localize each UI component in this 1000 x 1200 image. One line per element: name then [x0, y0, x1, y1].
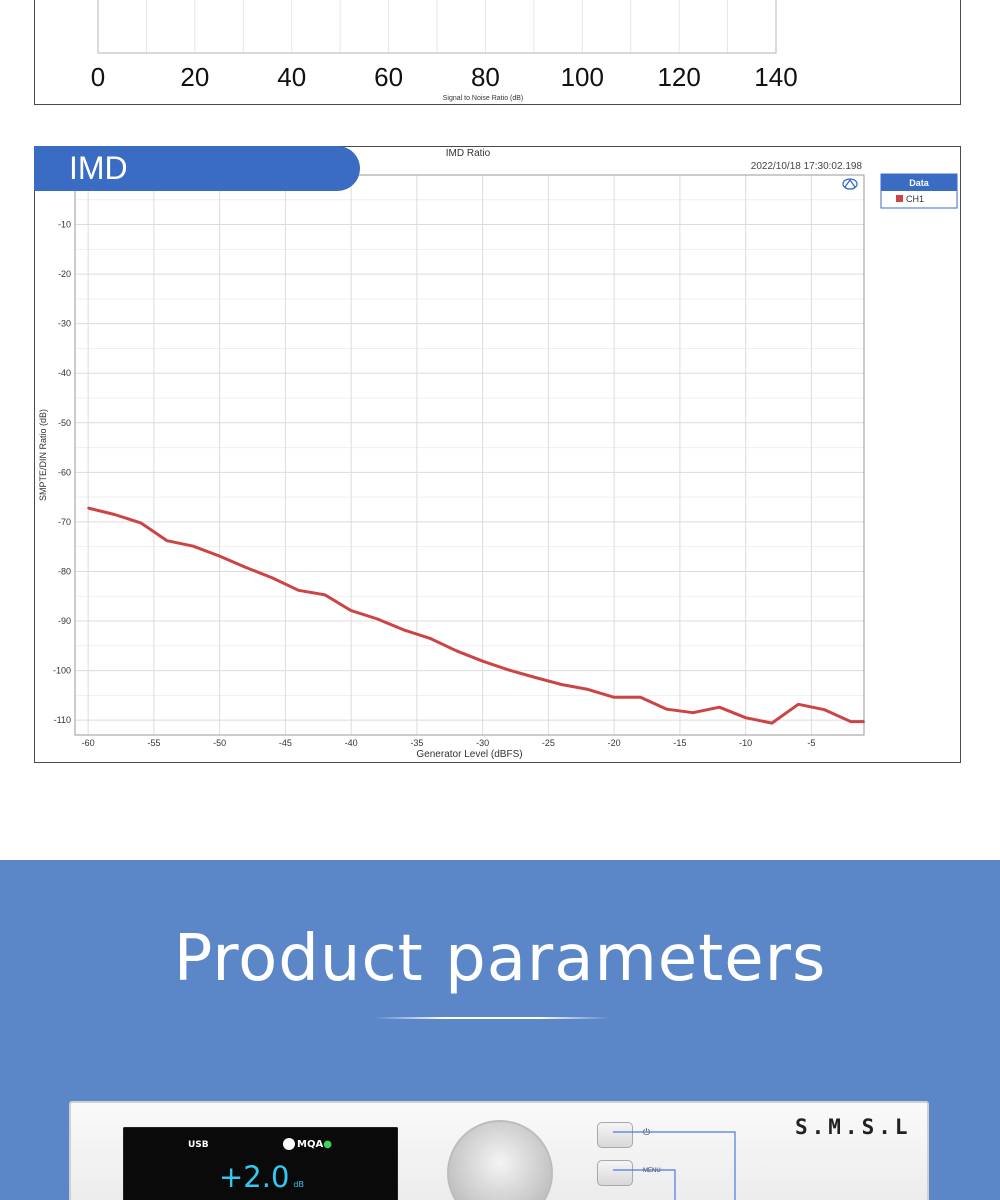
- imd-data-point: [350, 609, 353, 612]
- imd-chart-title: IMD Ratio: [446, 148, 491, 159]
- imd-data-point: [507, 669, 510, 672]
- imd-y-tick-label: -50: [58, 418, 71, 428]
- imd-y-tick-label: -100: [53, 666, 71, 676]
- imd-x-tick-label: -50: [213, 738, 226, 748]
- snr-x-tick-label: 100: [561, 62, 604, 92]
- imd-y-tick-label: -60: [58, 467, 71, 477]
- imd-data-point: [376, 618, 379, 621]
- imd-chart: -10 -20 -30 -40 -50 -60 -70 -80 -90 -100 -110 -60 -5…: [38, 148, 958, 760]
- brand-logo: S.M.S.L: [795, 1115, 912, 1139]
- imd-series-line-ch1: [87, 506, 864, 725]
- imd-x-tick-label: -40: [345, 738, 358, 748]
- snr-x-tick-label: 0: [91, 62, 105, 92]
- imd-data-point: [244, 566, 247, 569]
- legend-swatch: [896, 195, 903, 202]
- display-screen: USB MQA● +2.0 dB: [123, 1127, 398, 1200]
- imd-x-tick-label: -5: [807, 738, 815, 748]
- imd-data-point: [429, 637, 432, 640]
- imd-timestamp: 2022/10/18 17:30:02.198: [751, 161, 863, 172]
- imd-data-point: [639, 696, 642, 699]
- imd-y-tick-label: -20: [58, 269, 71, 279]
- imd-data-point: [613, 696, 616, 699]
- imd-data-point: [797, 703, 800, 706]
- imd-data-point: [718, 706, 721, 709]
- legend-title: Data: [909, 178, 930, 188]
- snr-x-tick-label: 120: [657, 62, 700, 92]
- imd-x-tick-label: -35: [410, 738, 423, 748]
- snr-chart: 0 20 40 60 80 100 120 140 Signal to Noise Ratio …: [91, 0, 798, 102]
- imd-data-point: [139, 521, 142, 524]
- imd-data-point: [271, 576, 274, 579]
- imd-data-point: [192, 545, 195, 548]
- snr-x-tick-label: 40: [277, 62, 306, 92]
- imd-data-point: [823, 708, 826, 711]
- volume-unit: dB: [293, 1180, 304, 1189]
- mqa-dot-icon: ●: [323, 1139, 332, 1150]
- title-divider: [374, 1017, 610, 1019]
- imd-data-point: [87, 507, 90, 510]
- snr-chart-frame: 0 20 40 60 80 100 120 140 Signal to Noise Ratio …: [34, 0, 961, 105]
- imd-x-tick-label: -20: [608, 738, 621, 748]
- imd-y-tick-label: -110: [54, 715, 71, 725]
- snr-x-tick-label: 60: [374, 62, 403, 92]
- volume-value: +2.0: [219, 1160, 290, 1194]
- imd-data-point: [323, 593, 326, 596]
- imd-data-point: [770, 722, 773, 725]
- volume-readout: +2.0 dB: [219, 1160, 304, 1194]
- callout-lines: [613, 1131, 736, 1200]
- imd-x-tick-label: -30: [476, 738, 489, 748]
- imd-chart-frame: -10 -20 -30 -40 -50 -60 -70 -80 -90 -100 -110 -60 -5…: [34, 146, 961, 763]
- imd-data-point: [560, 683, 563, 686]
- imd-x-tick-label: -45: [279, 738, 292, 748]
- imd-x-tick-label: -60: [82, 738, 95, 748]
- imd-y-tick-label: -80: [58, 566, 71, 576]
- imd-data-point: [481, 660, 484, 663]
- imd-y-tick-label: -30: [58, 319, 71, 329]
- imd-data-point: [849, 720, 852, 723]
- mqa-badge: MQA●: [283, 1138, 332, 1150]
- imd-x-tick-label: -55: [147, 738, 160, 748]
- section-title: Product parameters: [173, 922, 827, 996]
- imd-data-point: [586, 688, 589, 691]
- imd-data-point: [863, 720, 865, 723]
- imd-section-label: IMD: [34, 146, 360, 191]
- imd-data-point: [113, 513, 116, 516]
- imd-data-point: [402, 628, 405, 631]
- volume-knob: [447, 1120, 553, 1200]
- snr-x-axis-title: Signal to Noise Ratio (dB): [443, 95, 524, 102]
- dac-front-panel-image: USB MQA● +2.0 dB ⏻ MENU S.M.S.L: [69, 1101, 929, 1200]
- imd-y-tick-label: -40: [58, 368, 71, 378]
- imd-y-tick-label: -90: [58, 616, 71, 626]
- legend-entry-label: CH1: [906, 194, 924, 204]
- imd-y-tick-label: -10: [58, 220, 71, 230]
- imd-data-point: [218, 555, 221, 558]
- imd-data-point: [297, 589, 300, 592]
- snr-x-tick-label: 20: [180, 62, 209, 92]
- imd-data-point: [534, 676, 537, 679]
- imd-y-axis-title: SMPTE/DIN Ratio (dB): [38, 409, 48, 501]
- mqa-label: MQA: [297, 1139, 324, 1150]
- imd-x-tick-label: -15: [673, 738, 686, 748]
- mqa-icon: [283, 1138, 295, 1150]
- imd-data-point: [455, 649, 458, 652]
- imd-y-tick-label: -70: [58, 517, 71, 527]
- product-parameters-section: Product parameters USB MQA● +2.0 dB ⏻ MEN…: [0, 860, 1000, 1200]
- ap-logo-mark: [844, 178, 856, 188]
- imd-data-point: [665, 708, 668, 711]
- imd-data-point: [744, 716, 747, 719]
- input-label: USB: [188, 1140, 209, 1150]
- imd-data-point: [692, 711, 695, 714]
- imd-data-point: [166, 539, 169, 542]
- snr-x-tick-label: 140: [754, 62, 797, 92]
- imd-x-tick-label: -25: [542, 738, 555, 748]
- snr-x-tick-label: 80: [471, 62, 500, 92]
- imd-x-axis-title: Generator Level (dBFS): [416, 749, 522, 760]
- ap-logo-icon: [842, 178, 858, 190]
- imd-x-tick-label: -10: [739, 738, 752, 748]
